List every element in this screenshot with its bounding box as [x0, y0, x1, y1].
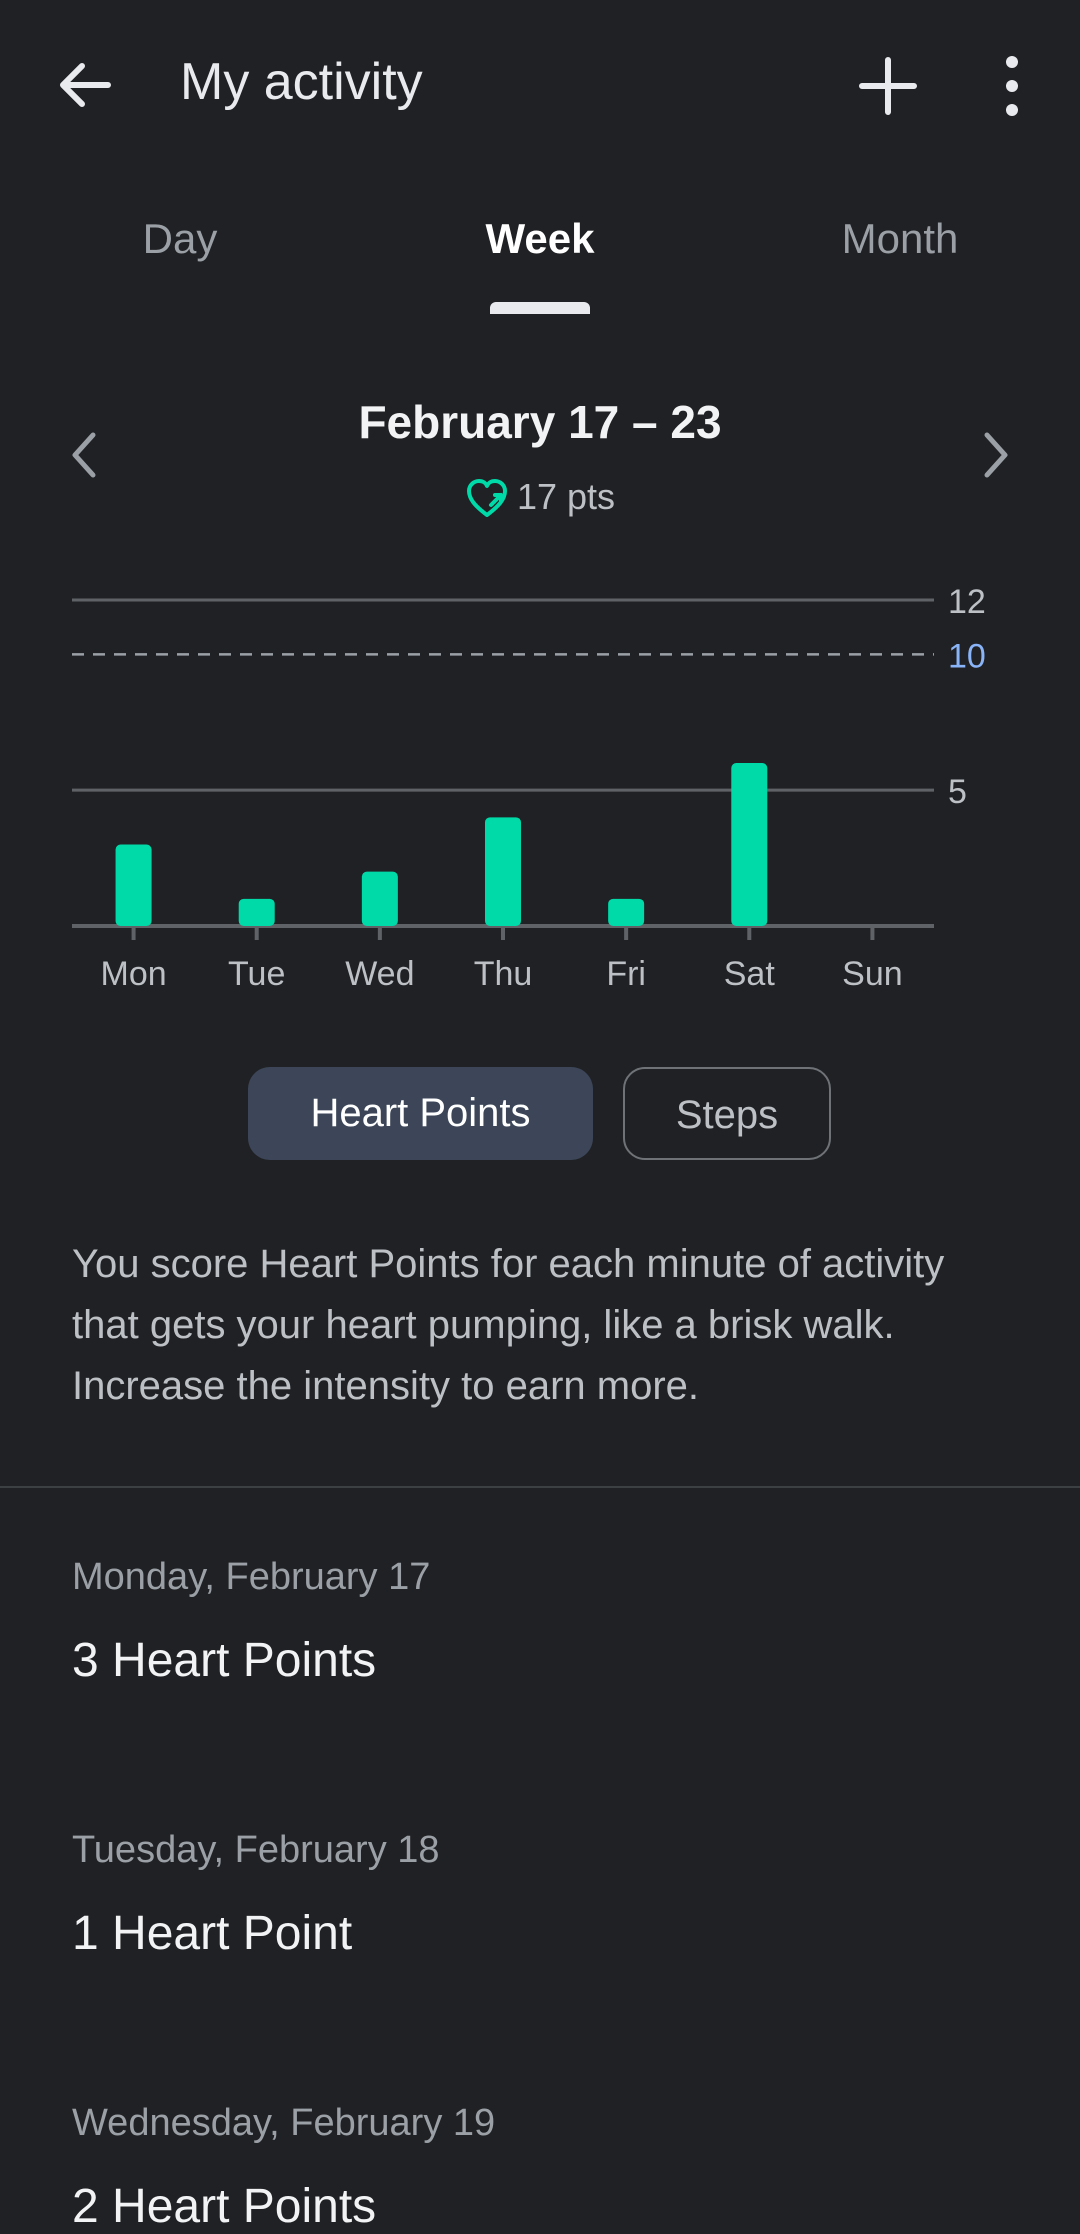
date-range-title: February 17 – 23	[358, 396, 722, 448]
points-summary: 17 pts	[0, 476, 1080, 521]
list-item[interactable]: Wednesday, February 19 2 Heart Points	[72, 2102, 1012, 2234]
day-value: 2 Heart Points	[72, 2180, 377, 2233]
period-tabs: Day Week Month	[0, 190, 1080, 315]
more-options-icon[interactable]	[990, 48, 1034, 124]
x-tick-label: Mon	[101, 955, 167, 993]
x-tick-label: Wed	[345, 955, 414, 993]
bar-thu	[485, 817, 521, 926]
heart-points-chart: 5 10 12 Mon Tue Wed Thu Fri Sat Sun	[72, 583, 986, 993]
x-tick-label: Thu	[474, 955, 533, 993]
heart-points-icon	[466, 479, 507, 518]
heart-points-toggle[interactable]: Heart Points	[248, 1067, 593, 1160]
back-arrow-icon[interactable]	[50, 50, 120, 120]
tab-week[interactable]: Week	[360, 215, 720, 263]
y-tick-label: 12	[948, 583, 986, 621]
tab-day[interactable]: Day	[0, 215, 360, 263]
day-value: 3 Heart Points	[72, 1634, 377, 1687]
bar-tue	[238, 898, 275, 926]
day-date: Monday, February 17	[72, 1556, 431, 1598]
list-item[interactable]: Tuesday, February 18 1 Heart Point	[72, 1829, 1012, 1961]
bar-wed	[361, 871, 398, 926]
day-date: Tuesday, February 18	[72, 1829, 440, 1871]
heart-points-description: You score Heart Points for each minute o…	[72, 1242, 945, 1408]
bar-fri	[608, 898, 645, 926]
bar-mon	[115, 844, 152, 926]
x-tick-label: Sat	[724, 955, 776, 993]
divider	[0, 1486, 1080, 1488]
tab-month[interactable]: Month	[720, 215, 1080, 263]
bar-sat	[731, 763, 768, 926]
x-tick-label: Sun	[842, 955, 903, 993]
x-tick-label: Tue	[228, 955, 285, 993]
active-tab-indicator	[490, 302, 590, 314]
y-tick-label: 5	[948, 773, 967, 811]
x-tick-label: Fri	[606, 955, 646, 993]
metric-toggle-group: Heart Points Steps	[0, 1067, 1080, 1164]
day-date: Wednesday, February 19	[72, 2102, 496, 2144]
points-text: 17 pts	[516, 476, 616, 517]
app-bar: My activity	[0, 0, 1080, 170]
steps-toggle[interactable]: Steps	[623, 1067, 831, 1160]
y-tick-label: 10	[948, 637, 986, 675]
add-icon[interactable]	[850, 48, 926, 124]
list-item[interactable]: Monday, February 17 3 Heart Points	[72, 1556, 1012, 1688]
day-value: 1 Heart Point	[72, 1907, 353, 1960]
page-title: My activity	[180, 53, 423, 111]
